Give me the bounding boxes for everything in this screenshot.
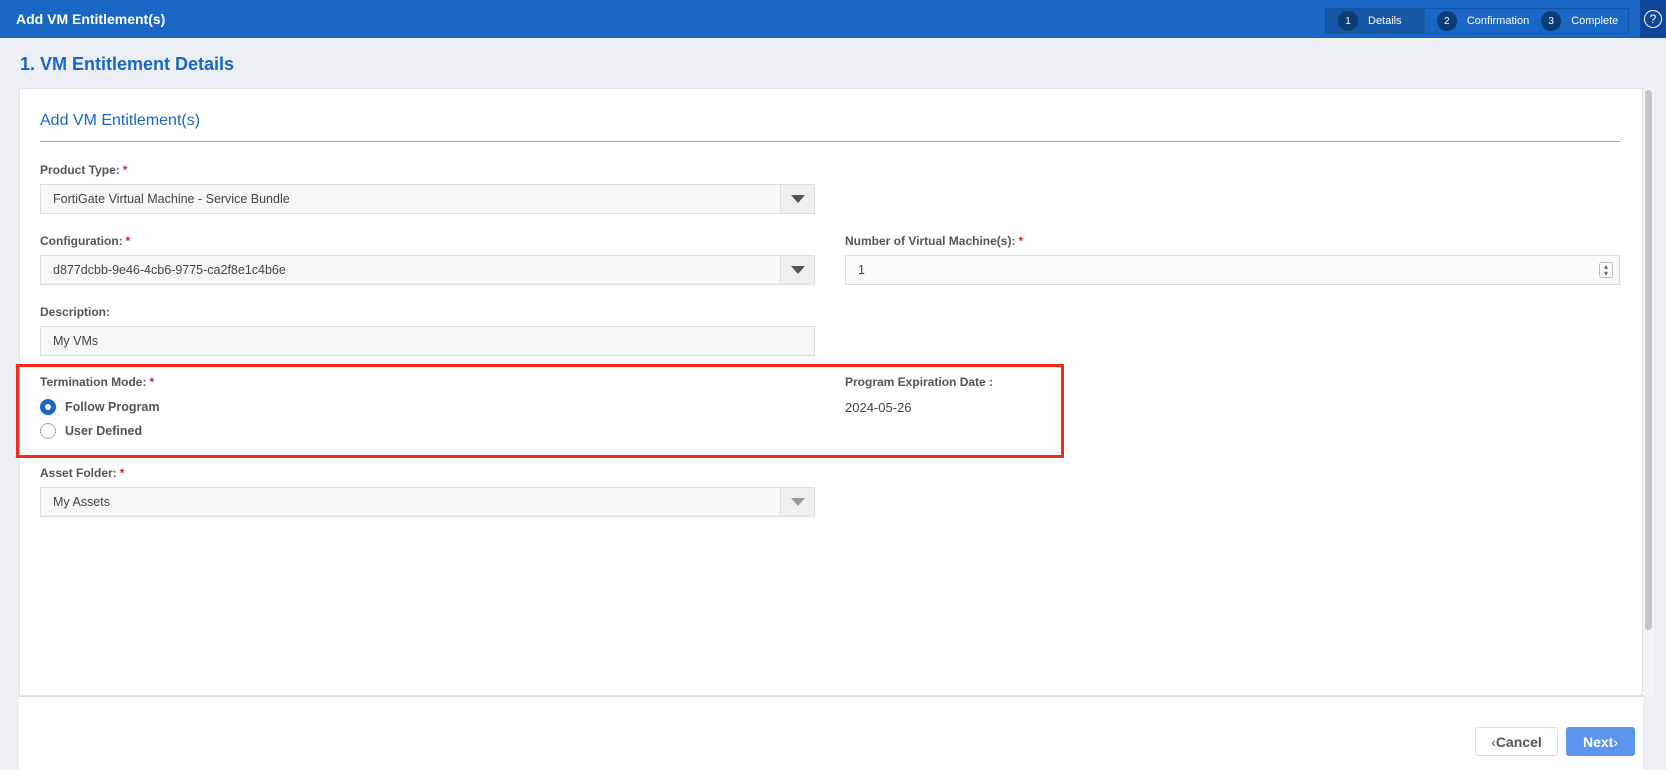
- chevron-right-icon: ›: [1613, 733, 1619, 750]
- divider: [40, 141, 1620, 142]
- footer: [19, 696, 1643, 770]
- radio-checked-icon: [40, 399, 56, 415]
- description-label: Description:: [40, 305, 111, 319]
- description-input[interactable]: My VMs: [40, 326, 815, 356]
- radio-label: User Defined: [65, 424, 143, 438]
- configuration-label: Configuration: *: [40, 234, 131, 248]
- page-title: 1. VM Entitlement Details: [20, 54, 235, 74]
- step-number: 2: [1436, 11, 1457, 31]
- wizard-stepper: 1 Details 2 Confirmation 3 Complete: [1325, 8, 1629, 34]
- num-vms-input[interactable]: 1 ▴ ▾: [845, 255, 1620, 285]
- radio-unchecked-icon: [40, 423, 56, 439]
- expiration-label: Program Expiration Date :: [845, 375, 994, 389]
- configuration-select[interactable]: d877dcbb-9e46-4cb6-9775-ca2f8e1c4b6e: [40, 255, 815, 285]
- chevron-down-icon: [780, 185, 814, 213]
- step-number: 1: [1338, 11, 1358, 31]
- button-label: Next: [1582, 733, 1614, 750]
- step-confirmation: 2 Confirmation: [1425, 9, 1529, 33]
- select-value: My Assets: [53, 495, 110, 509]
- termination-mode-label: Termination Mode: *: [40, 375, 155, 389]
- input-value: 1: [858, 263, 865, 277]
- asset-folder-select[interactable]: My Assets: [40, 487, 815, 517]
- step-label: Details: [1368, 15, 1402, 27]
- top-bar: Add VM Entitlement(s) 1 Details 2 Confirma…: [0, 0, 1666, 38]
- asset-folder-label: Asset Folder: *: [40, 466, 125, 480]
- scrollbar[interactable]: [1643, 88, 1654, 696]
- num-vms-label: Number of Virtual Machine(s): *: [845, 234, 1024, 248]
- select-value: FortiGate Virtual Machine - Service Bund…: [53, 192, 290, 206]
- step-label: Complete: [1571, 15, 1619, 27]
- window-title: Add VM Entitlement(s): [16, 11, 166, 27]
- step-complete: 3 Complete: [1529, 9, 1628, 33]
- step-details: 1 Details: [1326, 9, 1425, 33]
- chevron-down-icon: [780, 256, 814, 284]
- next-button[interactable]: Next ›: [1566, 727, 1635, 756]
- chevron-down-icon: [780, 488, 814, 516]
- product-type-label: Product Type: *: [40, 163, 128, 177]
- expiration-date: 2024-05-26: [845, 400, 912, 415]
- input-value: My VMs: [53, 334, 99, 348]
- stepper-arrows-icon[interactable]: ▴ ▾: [1599, 262, 1613, 278]
- help-button[interactable]: ?: [1640, 0, 1666, 38]
- product-type-select[interactable]: FortiGate Virtual Machine - Service Bund…: [40, 184, 815, 214]
- scrollbar-thumb[interactable]: [1645, 90, 1652, 630]
- step-number: 3: [1541, 11, 1562, 31]
- question-circle-icon: ?: [1644, 10, 1662, 28]
- button-label: Cancel: [1495, 733, 1542, 750]
- radio-label: Follow Program: [65, 400, 160, 414]
- radio-user-defined[interactable]: User Defined: [40, 423, 142, 439]
- step-label: Confirmation: [1466, 15, 1530, 27]
- form-heading: Add VM Entitlement(s): [40, 112, 201, 129]
- select-value: d877dcbb-9e46-4cb6-9775-ca2f8e1c4b6e: [53, 263, 286, 277]
- cancel-button[interactable]: ‹ Cancel: [1475, 727, 1558, 756]
- radio-follow-program[interactable]: Follow Program: [40, 399, 159, 415]
